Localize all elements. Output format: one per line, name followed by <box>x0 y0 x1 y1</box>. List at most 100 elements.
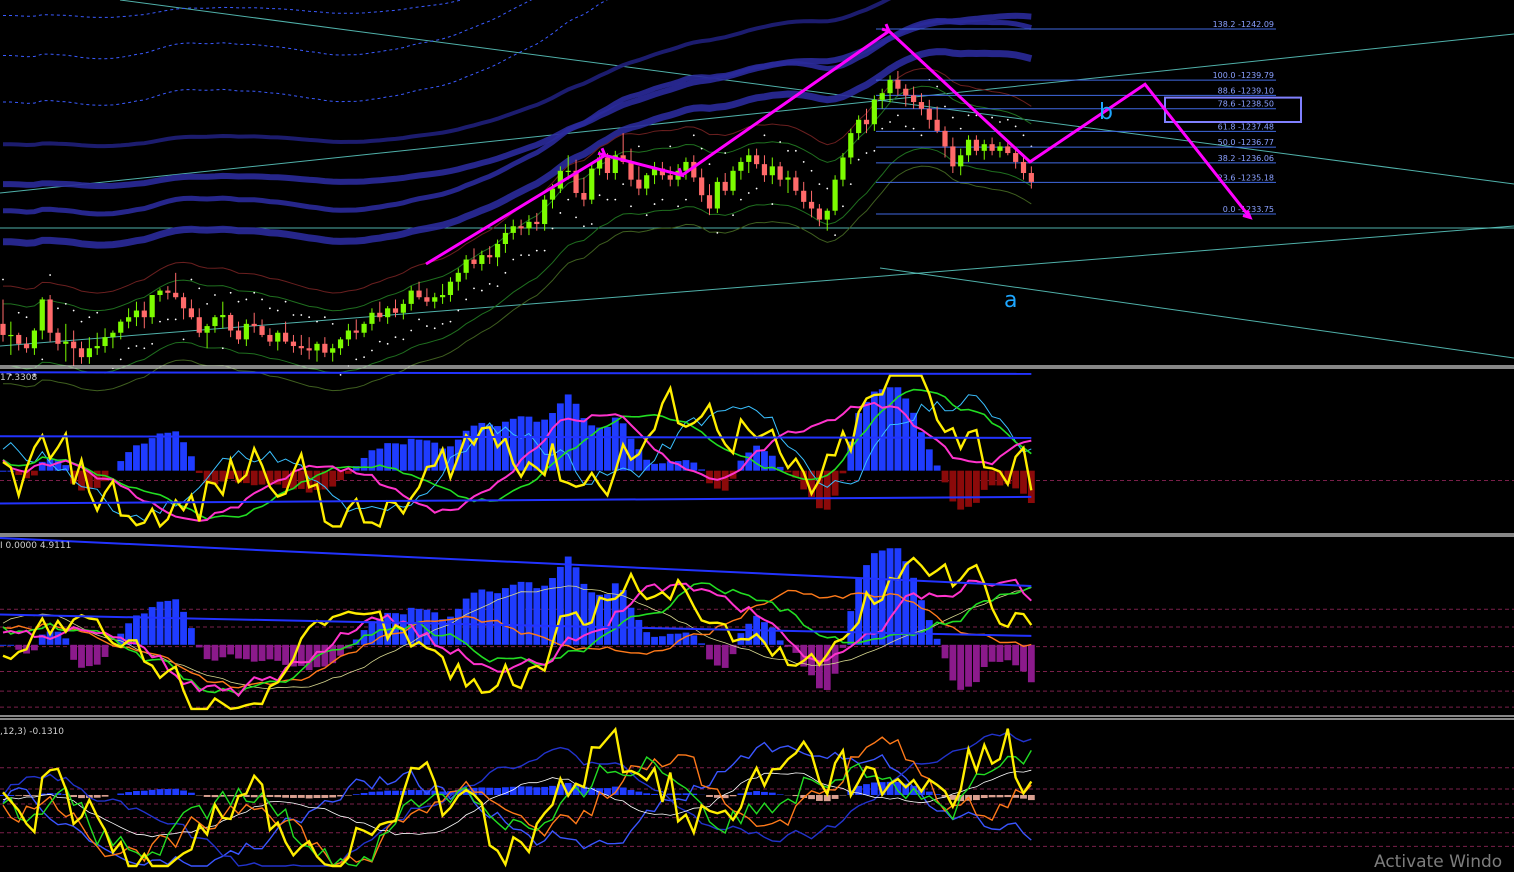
histogram-bar <box>706 794 713 797</box>
sar-dot <box>245 298 248 301</box>
sar-dot <box>504 271 507 274</box>
channel-band <box>0 495 1032 505</box>
oscillator-line <box>2 736 1032 866</box>
candle-body <box>94 346 100 349</box>
candle-body <box>377 312 383 318</box>
histogram-bar <box>659 463 666 471</box>
histogram-bar <box>949 644 957 681</box>
candle-body <box>958 155 964 167</box>
candle-body <box>173 292 179 298</box>
candle-body <box>895 79 901 89</box>
histogram-bar <box>164 789 172 795</box>
histogram-bar <box>133 790 140 795</box>
histogram-bar <box>282 794 289 798</box>
histogram-bar <box>635 619 643 645</box>
sar-dot <box>512 258 515 261</box>
sar-dot <box>543 249 546 252</box>
wave-arrowhead <box>597 147 608 158</box>
price-panel[interactable]: 138.2 -1242.09 100.0 -1239.79 88.6 -1239.1… <box>0 0 1514 392</box>
histogram-bar <box>297 470 305 489</box>
histogram-bar <box>604 594 611 645</box>
histogram-bar <box>839 644 847 648</box>
sar-dot <box>551 227 554 230</box>
fibo-level-label: 88.6 -1239.10 <box>1218 86 1274 95</box>
candle-body <box>86 348 92 358</box>
sar-dot <box>465 298 468 301</box>
candle-body <box>133 310 140 318</box>
histogram-bar <box>250 470 258 486</box>
ma-ribbon <box>3 17 1032 217</box>
candle-body <box>1005 146 1011 154</box>
sar-dot <box>206 302 209 305</box>
candle-body <box>801 190 807 202</box>
candle-body <box>283 332 289 342</box>
histogram-bar <box>494 787 501 795</box>
indicator-panel-1[interactable] <box>0 371 1514 529</box>
histogram-bar <box>541 786 549 795</box>
candle-body <box>440 295 446 298</box>
histogram-bar <box>399 444 407 471</box>
candle-body <box>424 297 430 302</box>
histogram-bar <box>1004 794 1012 798</box>
histogram-bar <box>1027 644 1035 683</box>
chart-canvas[interactable]: 138.2 -1242.09 100.0 -1239.79 88.6 -1239.1… <box>0 0 1514 872</box>
candle-body <box>220 314 226 318</box>
histogram-bar <box>690 462 698 471</box>
histogram-bar <box>15 644 23 650</box>
histogram-bar <box>564 556 572 645</box>
sar-dot <box>763 134 766 137</box>
histogram-bar <box>62 638 70 645</box>
channel-band <box>0 371 1032 375</box>
histogram-bar <box>973 794 980 801</box>
histogram-bar <box>140 790 148 795</box>
sar-dot <box>567 198 570 201</box>
histogram-bar <box>415 439 423 471</box>
candle-body <box>965 139 972 156</box>
histogram-bar <box>148 607 156 645</box>
histogram-bar <box>902 398 910 471</box>
histogram-bar <box>195 644 203 648</box>
histogram-bar <box>1020 794 1027 799</box>
sar-dot <box>818 183 821 186</box>
histogram-bar <box>0 470 7 472</box>
indicator-panel-3[interactable] <box>0 726 1514 868</box>
histogram-bar <box>1020 470 1027 494</box>
histogram-bar <box>784 644 792 647</box>
indicator-panel-2[interactable] <box>0 537 1514 711</box>
histogram-bar <box>996 794 1004 798</box>
histogram-bar <box>831 794 839 799</box>
histogram-bar <box>101 644 109 657</box>
histogram-bar <box>242 644 250 660</box>
histogram-bar <box>360 792 368 795</box>
histogram-bar <box>870 782 878 795</box>
histogram-bar <box>980 794 988 799</box>
histogram-bar <box>988 644 996 662</box>
sar-dot <box>842 205 844 208</box>
candle-body <box>667 175 673 180</box>
histogram-bar <box>706 644 713 660</box>
sar-dot <box>834 234 836 237</box>
histogram-bar <box>729 794 737 797</box>
histogram-bar <box>933 465 941 471</box>
histogram-bar <box>643 632 651 645</box>
sar-dot <box>96 311 99 314</box>
candle-body <box>306 348 312 351</box>
candle-body <box>848 133 854 158</box>
panel-separators <box>0 365 1514 720</box>
histogram-bar <box>219 644 227 658</box>
candle-body <box>275 332 281 342</box>
sar-dot <box>457 309 460 312</box>
candle-body <box>23 343 30 349</box>
candle-body <box>934 119 940 131</box>
candle-body <box>706 195 713 209</box>
candle-body <box>71 341 77 349</box>
fibo-level-label: 50.0 -1236.77 <box>1218 138 1274 147</box>
sar-dot <box>575 216 577 219</box>
sar-dot <box>999 121 1001 123</box>
histogram-bar <box>666 633 674 645</box>
sar-dot <box>190 278 193 281</box>
histogram-bar <box>1020 644 1027 672</box>
candle-body <box>942 130 948 147</box>
candle-body <box>518 226 524 229</box>
candle-body <box>8 334 14 337</box>
